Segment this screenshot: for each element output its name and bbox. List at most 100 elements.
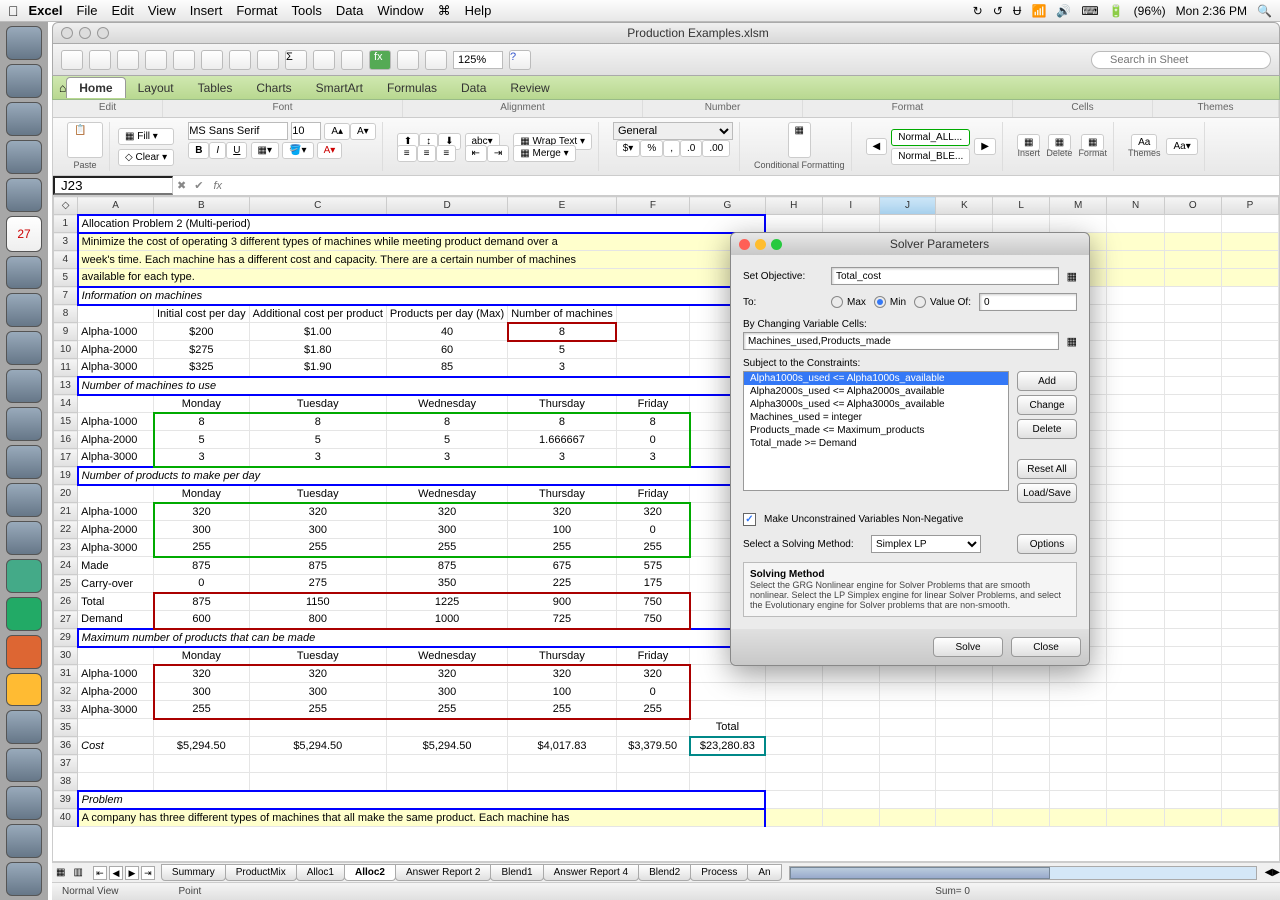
constraint-item[interactable]: Total_made >= Demand [744,437,1008,450]
radio-valueof[interactable]: Value Of: [914,296,971,308]
row-header-7[interactable]: 7 [54,287,78,305]
constraint-item[interactable]: Machines_used = integer [744,411,1008,424]
view-normal-icon[interactable]: ▦ [52,867,69,878]
row-header-29[interactable]: 29 [54,629,78,647]
dock-app-icon[interactable] [6,483,42,517]
zoom-icon[interactable] [771,239,782,250]
tab-next-icon[interactable]: ▶ [125,866,139,880]
dock-app-icon[interactable] [6,331,42,365]
constraint-item[interactable]: Alpha1000s_used <= Alpha1000s_available [744,372,1008,385]
scroll-left-icon[interactable]: ◀ [1265,867,1273,878]
menu-data[interactable]: Data [336,3,363,18]
dock-finder-icon[interactable] [6,26,42,60]
range-picker-icon[interactable]: ▦ [1067,335,1077,348]
col-header-M[interactable]: M [1049,197,1107,215]
dock-app-icon[interactable] [6,521,42,555]
changing-cells-input[interactable] [743,332,1059,350]
dock-safari-icon[interactable] [6,102,42,136]
row-header-21[interactable]: 21 [54,503,78,521]
col-header-J[interactable]: J [879,197,936,215]
dock-excel-icon[interactable] [6,597,42,631]
sync-icon[interactable]: ↻ [973,4,983,18]
dock-ppt-icon[interactable] [6,635,42,669]
col-header-E[interactable]: E [508,197,617,215]
col-header-H[interactable]: H [765,197,822,215]
formula-input[interactable] [228,176,1279,195]
battery-icon[interactable]: 🔋 [1109,4,1124,18]
paste-icon[interactable] [229,50,251,70]
constraint-item[interactable]: Products_made <= Maximum_products [744,424,1008,437]
col-header-F[interactable]: F [616,197,689,215]
constraint-item[interactable]: Alpha2000s_used <= Alpha2000s_available [744,385,1008,398]
zoom-input[interactable] [453,51,503,69]
tab-charts[interactable]: Charts [244,78,303,98]
solve-button[interactable]: Solve [933,637,1003,657]
row-header-15[interactable]: 15 [54,413,78,431]
tab-layout[interactable]: Layout [126,78,186,98]
bold-button[interactable]: B [188,142,209,159]
align-left-icon[interactable]: ≡ [397,145,417,162]
underline-button[interactable]: U [226,142,247,159]
menu-tools[interactable]: Tools [291,3,321,18]
style-normal-ble[interactable]: Normal_BLE... [891,148,970,165]
dock-trash-icon[interactable] [6,862,42,896]
change-constraint-button[interactable]: Change [1017,395,1077,415]
merge-button[interactable]: ▦ Merge ▾ [513,145,575,162]
menu-window[interactable]: Window [377,3,423,18]
row-header-14[interactable]: 14 [54,395,78,413]
save-icon[interactable] [61,50,83,70]
print-icon[interactable] [145,50,167,70]
tab-data[interactable]: Data [449,78,498,98]
tab-smartart[interactable]: SmartArt [304,78,375,98]
menu-edit[interactable]: Edit [111,3,133,18]
tab-last-icon[interactable]: ⇥ [141,866,155,880]
col-header-A[interactable]: A [78,197,154,215]
dock-app-icon[interactable] [6,445,42,479]
row-header-22[interactable]: 22 [54,521,78,539]
dock-dashboard-icon[interactable] [6,64,42,98]
sheet-tab-blend1[interactable]: Blend1 [490,864,543,881]
dock-app-icon[interactable] [6,710,42,744]
font-select[interactable] [188,122,288,140]
dock-itunes-icon[interactable] [6,256,42,290]
dock-word-icon[interactable] [6,559,42,593]
row-header-13[interactable]: 13 [54,377,78,395]
dock-app-icon[interactable] [6,293,42,327]
col-header-L[interactable]: L [993,197,1050,215]
col-header-C[interactable]: C [249,197,386,215]
row-header-26[interactable]: 26 [54,593,78,611]
row-header-10[interactable]: 10 [54,341,78,359]
percent-icon[interactable]: % [640,140,663,157]
sheet-tab-alloc2[interactable]: Alloc2 [344,864,396,881]
scroll-left-icon[interactable]: ◀ [866,138,888,155]
filter-icon[interactable] [341,50,363,70]
cond-format-button[interactable]: ▦ [788,122,811,158]
script-menu-icon[interactable]: ⌘ [438,3,451,19]
help-icon[interactable]: ? [509,50,531,70]
row-header-27[interactable]: 27 [54,611,78,629]
col-header-B[interactable]: B [154,197,250,215]
currency-icon[interactable]: $▾ [616,140,641,157]
tab-prev-icon[interactable]: ◀ [109,866,123,880]
tab-tables[interactable]: Tables [186,78,245,98]
row-header-40[interactable]: 40 [54,809,78,827]
name-box[interactable] [53,176,173,195]
dock-app-icon[interactable] [6,786,42,820]
bluetooth-icon[interactable]: Ʉ [1013,4,1022,18]
set-objective-input[interactable] [831,267,1059,285]
align-right-icon[interactable]: ≡ [436,145,456,162]
fill-color-button[interactable]: 🪣▾ [282,142,313,159]
font-color-button[interactable]: A▾ [317,142,343,159]
solver-titlebar[interactable]: Solver Parameters [731,233,1089,255]
select-all-corner[interactable]: ◇ [54,197,78,215]
time-machine-icon[interactable]: ↺ [993,4,1003,18]
italic-button[interactable]: I [209,142,226,159]
dock-calendar-icon[interactable]: 27 [6,216,42,252]
format-painter-icon[interactable] [257,50,279,70]
col-header-D[interactable]: D [386,197,507,215]
tab-formulas[interactable]: Formulas [375,78,449,98]
load-save-button[interactable]: Load/Save [1017,483,1077,503]
tab-first-icon[interactable]: ⇤ [93,866,107,880]
row-header-37[interactable]: 37 [54,755,78,773]
redo-icon[interactable] [117,50,139,70]
